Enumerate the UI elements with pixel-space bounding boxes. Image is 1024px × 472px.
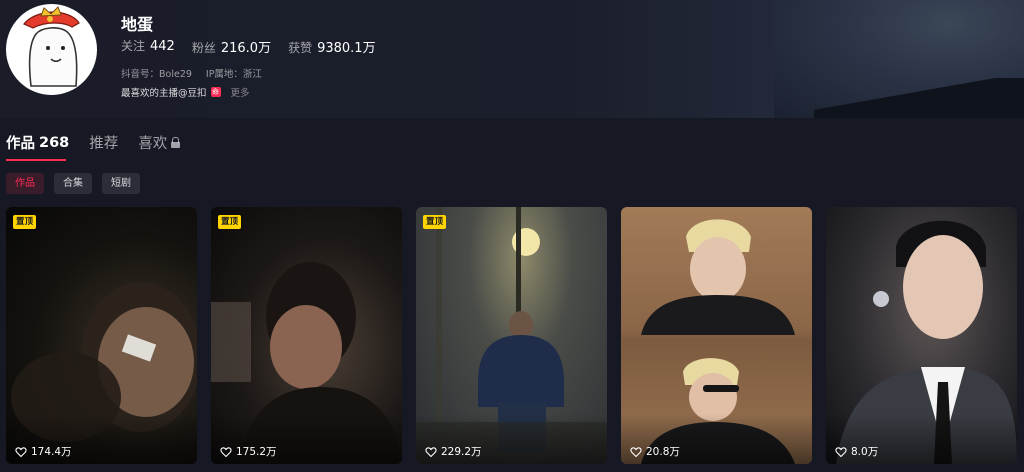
heart-icon (15, 446, 27, 457)
heart-icon (220, 446, 232, 457)
like-count: 174.4万 (15, 444, 72, 459)
stat-value: 442 (150, 39, 175, 54)
video-grid: 置顶 174.4万 置顶 175.2万 置顶 229.2万 20.8万 8.0万 (6, 207, 1017, 464)
tab-recommended[interactable]: 推荐 (89, 132, 118, 153)
profile-stats: 关注 442 粉丝 216.0万 获赞 9380.1万 (121, 37, 376, 56)
like-count-value: 20.8万 (646, 446, 680, 458)
live-badge-icon: 命 (210, 87, 221, 97)
pinned-badge: 置顶 (13, 215, 37, 229)
stat-value: 216.0万 (220, 41, 272, 56)
heart-icon (425, 446, 437, 457)
tab-label: 喜欢 (138, 136, 168, 152)
video-card[interactable]: 置顶 174.4万 (6, 207, 197, 464)
header-background-photo (774, 0, 1024, 118)
like-count-value: 229.2万 (441, 446, 482, 458)
chip-collections[interactable]: 合集 (54, 173, 92, 194)
tab-liked[interactable]: 喜欢 (138, 132, 181, 153)
profile-tabs: 作品 268 推荐 喜欢 (6, 132, 181, 161)
profile-bio: 最喜欢的主播@豆扣 命 更多 (121, 85, 250, 99)
like-count-value: 175.2万 (236, 446, 277, 458)
tab-count: 268 (39, 134, 70, 151)
profile-meta: 抖音号：Bole29 IP属地：浙江 (121, 66, 262, 80)
lock-icon (171, 137, 181, 148)
avatar-cartoon-icon (23, 6, 80, 87)
stat-followers[interactable]: 粉丝 216.0万 (192, 37, 271, 56)
tab-label: 作品 (6, 136, 35, 152)
heart-icon (630, 446, 642, 457)
video-card[interactable]: 20.8万 (621, 207, 812, 464)
bio-text: 最喜欢的主播@豆扣 (121, 88, 207, 99)
stat-following[interactable]: 关注 442 (121, 37, 175, 56)
stat-likes: 获赞 9380.1万 (288, 37, 376, 56)
pinned-badge: 置顶 (218, 215, 242, 229)
like-count: 8.0万 (835, 444, 878, 459)
like-count: 20.8万 (630, 444, 680, 459)
tab-label: 推荐 (89, 136, 119, 152)
ip-location: IP属地：浙江 (205, 69, 262, 80)
stat-label: 获赞 (288, 41, 313, 55)
like-count-value: 8.0万 (851, 446, 879, 458)
tab-works[interactable]: 作品 268 (6, 132, 70, 161)
douyin-id: 抖音号：Bole29 (121, 69, 192, 80)
active-tab-indicator (6, 159, 66, 161)
like-count: 175.2万 (220, 444, 277, 459)
video-card[interactable]: 置顶 175.2万 (211, 207, 402, 464)
stat-label: 粉丝 (191, 41, 216, 55)
heart-icon (835, 446, 847, 457)
chip-works[interactable]: 作品 (6, 173, 44, 194)
more-link[interactable]: 更多 (231, 85, 250, 99)
stat-value: 9380.1万 (317, 41, 376, 56)
stat-label: 关注 (121, 39, 146, 53)
chip-short-dramas[interactable]: 短剧 (102, 173, 140, 194)
avatar[interactable] (6, 4, 97, 95)
like-count-value: 174.4万 (31, 446, 72, 458)
like-count: 229.2万 (425, 444, 482, 459)
video-card[interactable]: 8.0万 (826, 207, 1017, 464)
profile-name: 地蛋 (121, 15, 154, 34)
pinned-badge: 置顶 (423, 215, 447, 229)
filter-chips: 作品 合集 短剧 (6, 173, 140, 194)
profile-header: 地蛋 关注 442 粉丝 216.0万 获赞 9380.1万 抖音号：Bole29 I… (0, 0, 1024, 118)
video-card[interactable]: 置顶 229.2万 (416, 207, 607, 464)
